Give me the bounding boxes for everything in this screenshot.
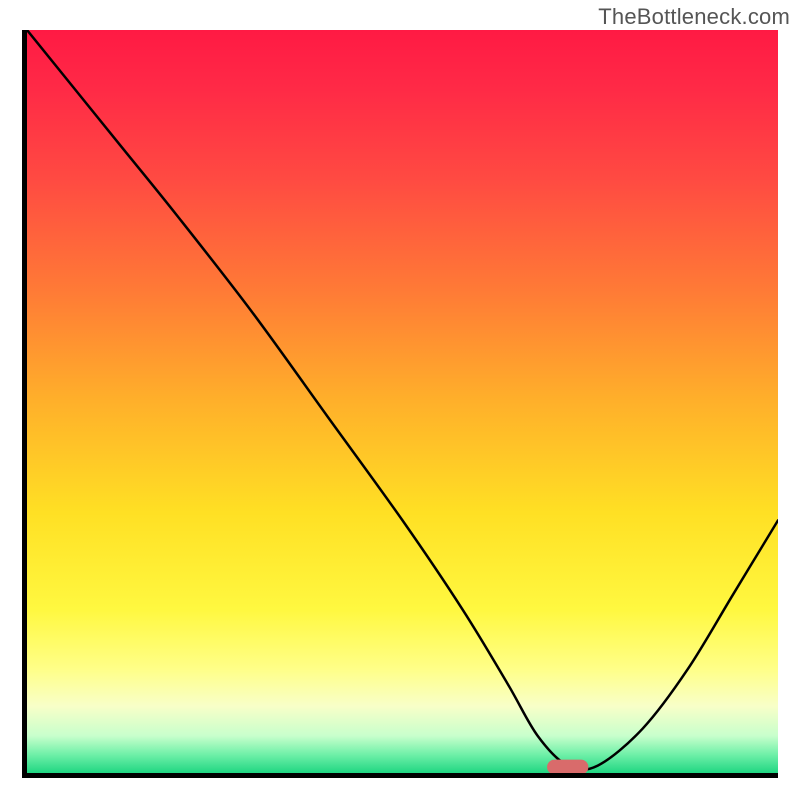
optimal-marker xyxy=(547,760,588,773)
attribution-watermark: TheBottleneck.com xyxy=(598,4,790,30)
chart-background xyxy=(27,30,778,773)
chart-plot-area xyxy=(22,30,778,778)
chart-svg xyxy=(27,30,778,773)
